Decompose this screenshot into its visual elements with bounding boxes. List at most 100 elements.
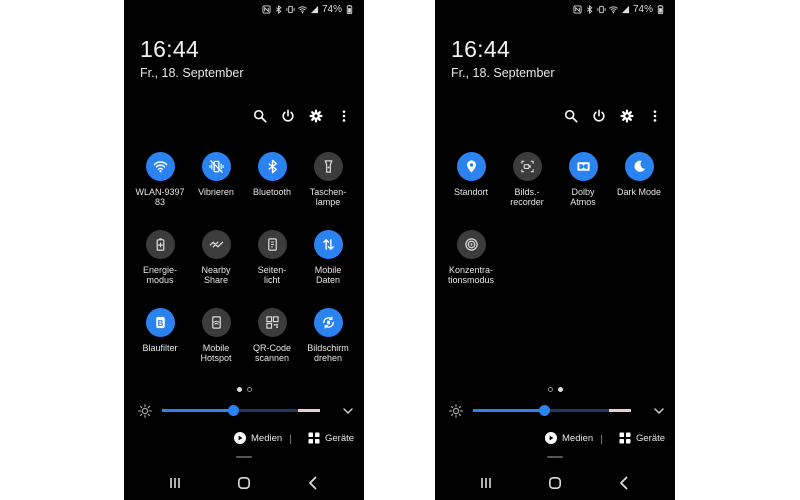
brightness-icon: [449, 404, 463, 418]
tile-toggle[interactable]: [313, 152, 343, 181]
media-label: Medien: [251, 432, 283, 444]
quick-settings-grid: WLAN-9397 83 Vibrieren Bluetooth Taschen- l…: [132, 152, 356, 386]
recent-apps-button[interactable]: [168, 476, 182, 490]
quick-tile-blaufilter[interactable]: B Blaufilter: [132, 308, 188, 386]
tile-label: WLAN-9397 83: [135, 187, 185, 207]
nfc-icon: [573, 4, 582, 14]
phone-screen-left: 74% 16:44 Fr., 18. September WLAN-9397 8…: [124, 0, 364, 500]
quick-tile-konzentra-tionsmodus[interactable]: Konzentra- tionsmodus: [443, 230, 499, 308]
play-circle-icon: [234, 432, 246, 444]
battery-icon: [657, 4, 664, 14]
tile-toggle[interactable]: [456, 152, 486, 181]
clock: 16:44: [140, 36, 200, 62]
quick-tile-dark-mode[interactable]: Dark Mode: [611, 152, 667, 230]
bluetooth-icon: [267, 159, 277, 174]
devices-button[interactable]: Geräte: [308, 432, 354, 444]
home-button[interactable]: [237, 476, 251, 490]
tile-toggle[interactable]: [201, 308, 231, 337]
brightness-track-end: [298, 409, 320, 412]
tile-toggle[interactable]: [512, 152, 542, 181]
settings-button[interactable]: [308, 108, 324, 124]
tile-toggle[interactable]: [257, 308, 287, 337]
page-dot-2[interactable]: [557, 387, 563, 392]
navigation-bar: [124, 466, 364, 500]
battery-saver-icon: [156, 238, 164, 251]
tile-label: Konzentra- tionsmodus: [447, 265, 495, 285]
quick-tile-bilds-recorder[interactable]: Bilds.- recorder: [499, 152, 555, 230]
tile-toggle[interactable]: [257, 230, 287, 259]
power-button[interactable]: [280, 108, 296, 124]
screen-recorder-icon: [520, 160, 534, 173]
quick-tile-nearby-share[interactable]: Nearby Share: [188, 230, 244, 308]
tile-toggle[interactable]: [145, 230, 175, 259]
clock: 16:44: [451, 36, 511, 62]
more-options-button[interactable]: [336, 108, 352, 124]
brightness-thumb[interactable]: [538, 405, 550, 416]
brightness-fill: [162, 409, 234, 412]
tile-toggle[interactable]: [456, 230, 486, 259]
more-vertical-icon: [653, 110, 657, 122]
settings-button[interactable]: [619, 108, 635, 124]
tile-toggle[interactable]: [568, 152, 598, 181]
tile-toggle[interactable]: [145, 152, 175, 181]
brightness-slider[interactable]: [162, 405, 320, 416]
quick-tile-mobile-hotspot[interactable]: Mobile Hotspot: [188, 308, 244, 386]
tile-label: Standort: [453, 187, 489, 197]
power-button[interactable]: [591, 108, 607, 124]
quick-tile-mobile-daten[interactable]: Mobile Daten: [300, 230, 356, 308]
edge-lighting-icon: [267, 238, 277, 251]
search-button[interactable]: [563, 108, 579, 124]
quick-panel-toolbar: [252, 108, 352, 124]
signal-icon: [310, 5, 319, 13]
quick-tile-dolby-atmos[interactable]: Dolby Atmos: [555, 152, 611, 230]
media-row: Medien Geräte: [435, 432, 675, 448]
tile-label: Bluetooth: [252, 187, 292, 197]
quick-tile-seiten-licht[interactable]: Seiten- licht: [244, 230, 300, 308]
tile-toggle[interactable]: [257, 152, 287, 181]
tile-toggle[interactable]: [201, 152, 231, 181]
search-button[interactable]: [252, 108, 268, 124]
tile-label: Vibrieren: [198, 187, 234, 197]
battery-level: 74%: [321, 3, 342, 15]
quick-tile-energie-modus[interactable]: Energie- modus: [132, 230, 188, 308]
search-icon: [253, 109, 267, 123]
brightness-slider[interactable]: [473, 405, 631, 416]
brightness-thumb[interactable]: [227, 405, 239, 416]
tile-toggle[interactable]: [624, 152, 654, 181]
chevron-down-icon[interactable]: [342, 405, 354, 417]
quick-tile-bluetooth[interactable]: Bluetooth: [244, 152, 300, 230]
tile-toggle[interactable]: [201, 230, 231, 259]
quick-tile-wlan-9397-83[interactable]: WLAN-9397 83: [132, 152, 188, 230]
back-button[interactable]: [306, 476, 320, 490]
home-button[interactable]: [548, 476, 562, 490]
media-label: Medien: [562, 432, 594, 444]
tile-toggle[interactable]: [313, 230, 343, 259]
media-separator: [290, 435, 291, 444]
page-dot-2[interactable]: [246, 387, 252, 392]
chevron-down-icon[interactable]: [653, 405, 665, 417]
tile-toggle[interactable]: [313, 308, 343, 337]
dolby-icon: [576, 162, 590, 171]
recent-apps-button[interactable]: [479, 476, 493, 490]
quick-tile-standort[interactable]: Standort: [443, 152, 499, 230]
panel-drag-handle[interactable]: [547, 456, 563, 458]
media-button[interactable]: Medien: [234, 432, 282, 444]
status-bar: 74%: [262, 3, 354, 15]
panel-drag-handle[interactable]: [236, 456, 252, 458]
more-options-button[interactable]: [647, 108, 663, 124]
media-button[interactable]: Medien: [545, 432, 593, 444]
quick-tile-qr-code-scannen[interactable]: QR-Code scannen: [244, 308, 300, 386]
page-dot-1[interactable]: [547, 387, 553, 392]
page-dot-1[interactable]: [236, 387, 242, 392]
tile-toggle[interactable]: B: [145, 308, 175, 337]
quick-tile-taschen-lampe[interactable]: Taschen- lampe: [300, 152, 356, 230]
tile-label: Taschen- lampe: [309, 187, 347, 207]
devices-button[interactable]: Geräte: [619, 432, 665, 444]
battery-icon: [346, 4, 353, 14]
wifi-status-icon: [298, 5, 307, 13]
quick-tile-vibrieren[interactable]: Vibrieren: [188, 152, 244, 230]
gear-icon: [620, 109, 634, 123]
quick-tile-bildschirm-drehen[interactable]: Bildschirm drehen: [300, 308, 356, 386]
vibrate-status-icon: [286, 5, 295, 13]
back-button[interactable]: [617, 476, 631, 490]
